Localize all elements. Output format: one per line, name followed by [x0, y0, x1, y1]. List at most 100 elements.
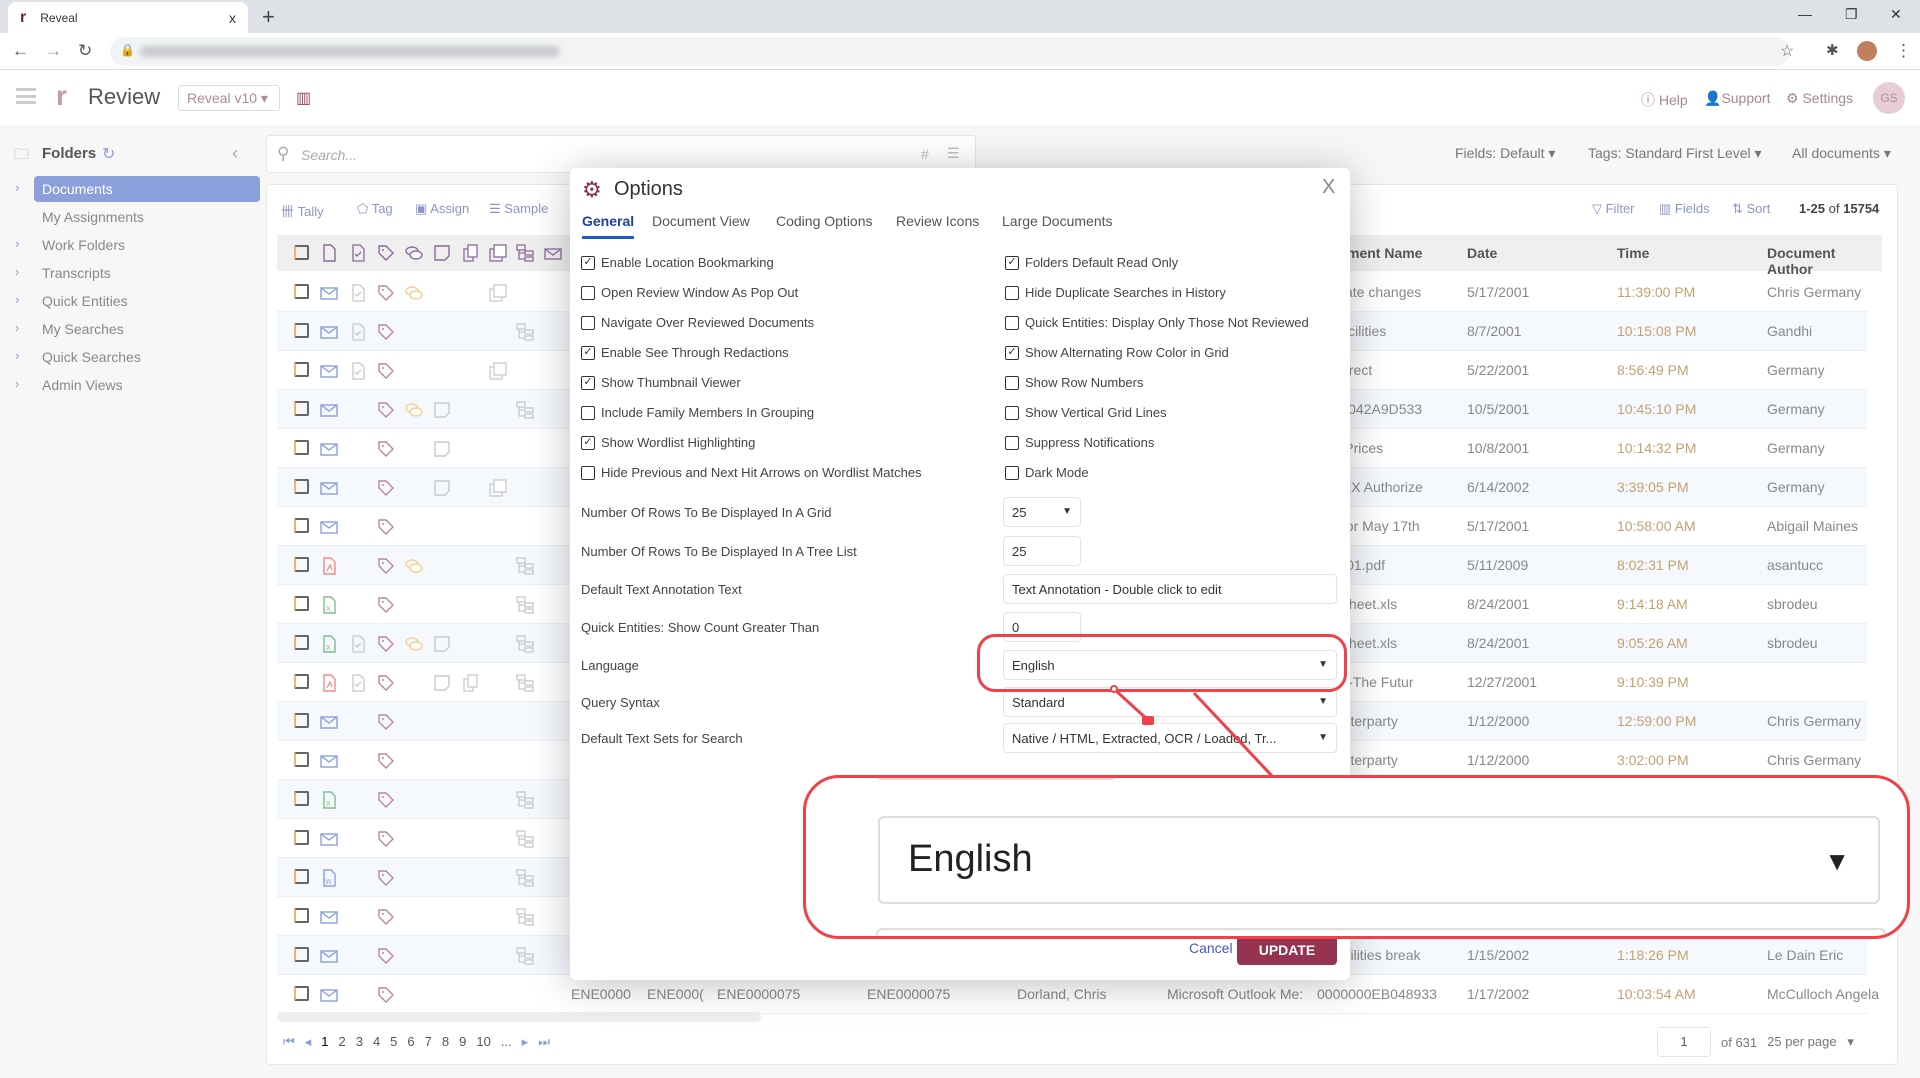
sidebar-item[interactable]: › Documents: [0, 176, 263, 202]
tag-icon[interactable]: [376, 868, 396, 888]
prev-page-icon[interactable]: ◂: [305, 1034, 312, 1049]
checkbox[interactable]: [581, 315, 595, 330]
tab-coding-options[interactable]: Coding Options: [776, 213, 873, 229]
checkbox[interactable]: [1005, 465, 1019, 480]
next-page-icon[interactable]: ▸: [522, 1034, 529, 1049]
sidebar-item[interactable]: › Admin Views: [0, 372, 263, 398]
email-icon[interactable]: [319, 283, 339, 303]
option-checkbox-row[interactable]: Include Family Members In Grouping: [581, 405, 814, 420]
chevron-right-icon[interactable]: ›: [15, 264, 19, 279]
duplicate-icon[interactable]: [488, 361, 508, 381]
tags-dropdown[interactable]: Tags: Standard First Level ▾: [1588, 145, 1762, 162]
select-field[interactable]: 25 ▼: [1003, 497, 1081, 527]
comment-icon[interactable]: [404, 283, 424, 303]
option-checkbox-row[interactable]: ✓ Show Thumbnail Viewer: [581, 375, 741, 390]
xls-icon[interactable]: X: [319, 634, 339, 654]
horizontal-scrollbar[interactable]: [277, 1012, 761, 1022]
sidebar-item[interactable]: › Quick Searches: [0, 344, 263, 370]
coded-icon[interactable]: [348, 283, 368, 303]
option-checkbox-row[interactable]: Show Vertical Grid Lines: [1005, 405, 1167, 420]
family-icon[interactable]: [515, 634, 535, 654]
refresh-icon[interactable]: ↻: [102, 144, 115, 164]
sidebar-item[interactable]: › My Searches: [0, 316, 263, 342]
comment-icon[interactable]: [404, 556, 424, 576]
hamburger-menu-icon[interactable]: [16, 88, 36, 104]
xls-icon[interactable]: X: [319, 595, 339, 615]
tag-icon[interactable]: [376, 556, 396, 576]
option-checkbox-row[interactable]: ✓ Folders Default Read Only: [1005, 255, 1178, 270]
text-input[interactable]: Text Annotation - Double click to edit: [1003, 574, 1337, 604]
row-checkbox[interactable]: [294, 869, 309, 884]
comment-icon[interactable]: [404, 243, 424, 263]
row-checkbox[interactable]: [294, 908, 309, 923]
tag-icon[interactable]: [376, 361, 396, 381]
email-icon[interactable]: [319, 829, 339, 849]
page-link[interactable]: 8: [442, 1034, 449, 1049]
page-link[interactable]: 3: [356, 1034, 363, 1049]
search-options-icon[interactable]: ☰: [947, 145, 960, 162]
settings-link[interactable]: ⚙ Settings: [1786, 90, 1853, 107]
email-icon[interactable]: [319, 400, 339, 420]
family-icon[interactable]: [515, 322, 535, 342]
chevron-right-icon[interactable]: ›: [15, 348, 19, 363]
note-icon[interactable]: [432, 673, 452, 693]
note-icon[interactable]: [432, 439, 452, 459]
new-tab-button[interactable]: +: [262, 4, 275, 30]
checkbox[interactable]: [1005, 435, 1019, 450]
sidebar-item[interactable]: My Assignments: [0, 204, 263, 230]
column-header[interactable]: Time: [1617, 245, 1649, 261]
family-icon[interactable]: [515, 829, 535, 849]
email-icon[interactable]: [319, 712, 339, 732]
option-checkbox-row[interactable]: Dark Mode: [1005, 465, 1089, 480]
row-checkbox[interactable]: [294, 635, 309, 650]
filter-button[interactable]: ▽ Filter: [1592, 201, 1635, 217]
tag-icon[interactable]: [376, 985, 396, 1005]
row-checkbox[interactable]: [294, 596, 309, 611]
tab-document-view[interactable]: Document View: [652, 213, 750, 229]
option-checkbox-row[interactable]: Navigate Over Reviewed Documents: [581, 315, 814, 330]
browser-tab[interactable]: r Reveal x: [8, 2, 248, 33]
row-checkbox[interactable]: [294, 518, 309, 533]
minimize-icon[interactable]: —: [1798, 6, 1812, 22]
tab-close-button[interactable]: x: [229, 10, 236, 26]
forward-icon[interactable]: →: [45, 41, 62, 61]
tag-icon[interactable]: [376, 673, 396, 693]
family-icon[interactable]: [515, 595, 535, 615]
tag-icon[interactable]: [376, 595, 396, 615]
email-icon[interactable]: [319, 439, 339, 459]
star-icon[interactable]: ☆: [1780, 41, 1794, 61]
column-header[interactable]: Date: [1467, 245, 1497, 261]
page-number-input[interactable]: 1: [1657, 1027, 1711, 1057]
coded-icon[interactable]: [348, 673, 368, 693]
comment-icon[interactable]: [404, 400, 424, 420]
chevron-right-icon[interactable]: ›: [15, 376, 19, 391]
tag-button[interactable]: ⬠ Tag: [357, 201, 393, 217]
option-checkbox-row[interactable]: ✓ Enable Location Bookmarking: [581, 255, 774, 270]
tag-icon[interactable]: [376, 400, 396, 420]
email-icon[interactable]: [319, 517, 339, 537]
tab-review-icons[interactable]: Review Icons: [896, 213, 979, 229]
row-checkbox[interactable]: [294, 830, 309, 845]
duplicate-icon[interactable]: [488, 478, 508, 498]
text-input[interactable]: 25: [1003, 536, 1081, 566]
option-checkbox-row[interactable]: ✓ Show Alternating Row Color in Grid: [1005, 345, 1229, 360]
checkbox[interactable]: ✓: [581, 435, 595, 450]
pdf-icon[interactable]: [319, 673, 339, 693]
coded-icon[interactable]: [348, 243, 368, 263]
table-row[interactable]: ENE0000 ENE000(ENE0000075 ENE0000075 Dorlan…: [277, 975, 1879, 1014]
coded-icon[interactable]: [348, 361, 368, 381]
assign-button[interactable]: ▣ Assign: [415, 201, 469, 217]
url-field[interactable]: 🔒 ☆: [110, 37, 1794, 66]
close-window-icon[interactable]: ✕: [1890, 6, 1902, 23]
word-icon[interactable]: W: [319, 868, 339, 888]
option-checkbox-row[interactable]: ✓ Enable See Through Redactions: [581, 345, 789, 360]
close-button[interactable]: X: [1322, 176, 1335, 199]
collapse-sidebar-icon[interactable]: ‹: [232, 143, 238, 164]
copies-icon[interactable]: [460, 243, 480, 263]
chevron-right-icon[interactable]: ›: [15, 292, 19, 307]
email-attach-icon[interactable]: [543, 243, 563, 263]
family-icon[interactable]: [515, 556, 535, 576]
chevron-right-icon[interactable]: ›: [15, 180, 19, 195]
profile-avatar[interactable]: [1857, 41, 1877, 61]
option-checkbox-row[interactable]: Hide Previous and Next Hit Arrows on Wor…: [581, 465, 922, 480]
